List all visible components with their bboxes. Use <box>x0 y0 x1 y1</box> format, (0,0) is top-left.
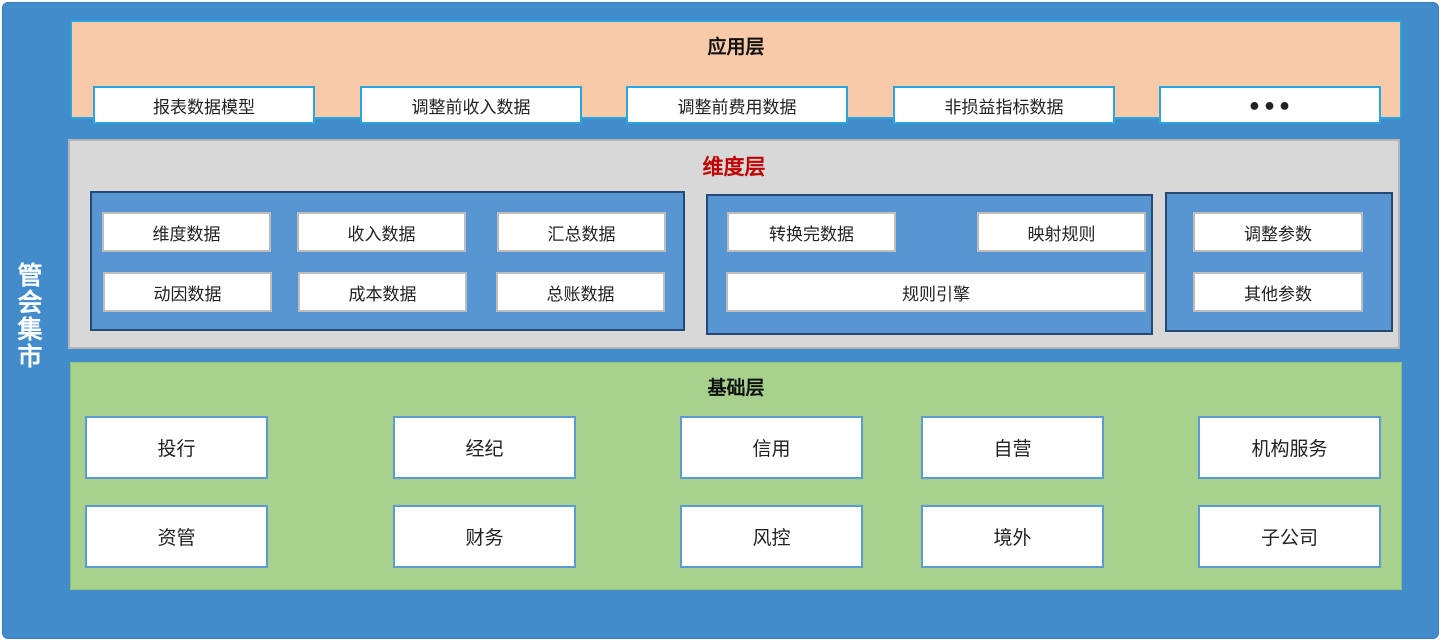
base-item: 风控 <box>680 505 863 568</box>
base-item: 经纪 <box>393 416 576 479</box>
parameter-group: 调整参数 其他参数 <box>1165 192 1393 332</box>
side-label-char: 管 <box>17 261 43 290</box>
dim-item: 总账数据 <box>496 272 665 312</box>
side-label-char: 市 <box>17 342 43 371</box>
dim-item: 汇总数据 <box>497 212 666 252</box>
side-label-char: 会 <box>17 288 43 317</box>
app-item: 非损益指标数据 <box>893 86 1115 124</box>
base-item: 自营 <box>921 416 1104 479</box>
dimension-layer: 维度层 维度数据 收入数据 汇总数据 动因数据 成本数据 总账数据 转换完数据 … <box>68 139 1400 349</box>
dim-item: 其他参数 <box>1193 272 1363 312</box>
app-item: 报表数据模型 <box>93 86 315 124</box>
dimension-data-group: 维度数据 收入数据 汇总数据 动因数据 成本数据 总账数据 <box>90 191 685 331</box>
base-item: 财务 <box>393 505 576 568</box>
base-layer: 基础层 投行 经纪 信用 自营 机构服务 资管 财务 风控 境外 子公司 <box>70 362 1402 590</box>
mapping-rule-group: 转换完数据 映射规则 规则引擎 <box>706 194 1153 335</box>
ellipsis-icon: ••• <box>1247 94 1293 120</box>
dim-item: 动因数据 <box>103 272 272 312</box>
side-label-char: 集 <box>17 315 43 344</box>
app-item: 调整前收入数据 <box>360 86 582 124</box>
application-layer-title: 应用层 <box>707 36 765 58</box>
base-item: 境外 <box>921 505 1104 568</box>
base-item: 资管 <box>85 505 268 568</box>
dim-item: 维度数据 <box>102 212 271 252</box>
dim-item: 调整参数 <box>1193 212 1363 252</box>
app-item: 调整前费用数据 <box>626 86 848 124</box>
dimension-layer-title: 维度层 <box>702 155 766 179</box>
base-item: 机构服务 <box>1198 416 1381 479</box>
application-layer: 应用层 报表数据模型 调整前收入数据 调整前费用数据 非损益指标数据 ••• <box>70 20 1402 124</box>
dim-item: 收入数据 <box>297 212 466 252</box>
base-item: 投行 <box>85 416 268 479</box>
dim-item: 成本数据 <box>298 272 467 312</box>
rule-engine-box: 规则引擎 <box>726 272 1146 312</box>
app-item-more: ••• <box>1159 86 1381 124</box>
dim-item: 转换完数据 <box>727 212 896 252</box>
dim-item: 映射规则 <box>977 212 1146 252</box>
base-layer-title: 基础层 <box>707 377 765 399</box>
base-item: 子公司 <box>1198 505 1381 568</box>
base-item: 信用 <box>680 416 863 479</box>
side-label: 管 会 集 市 <box>10 262 50 370</box>
